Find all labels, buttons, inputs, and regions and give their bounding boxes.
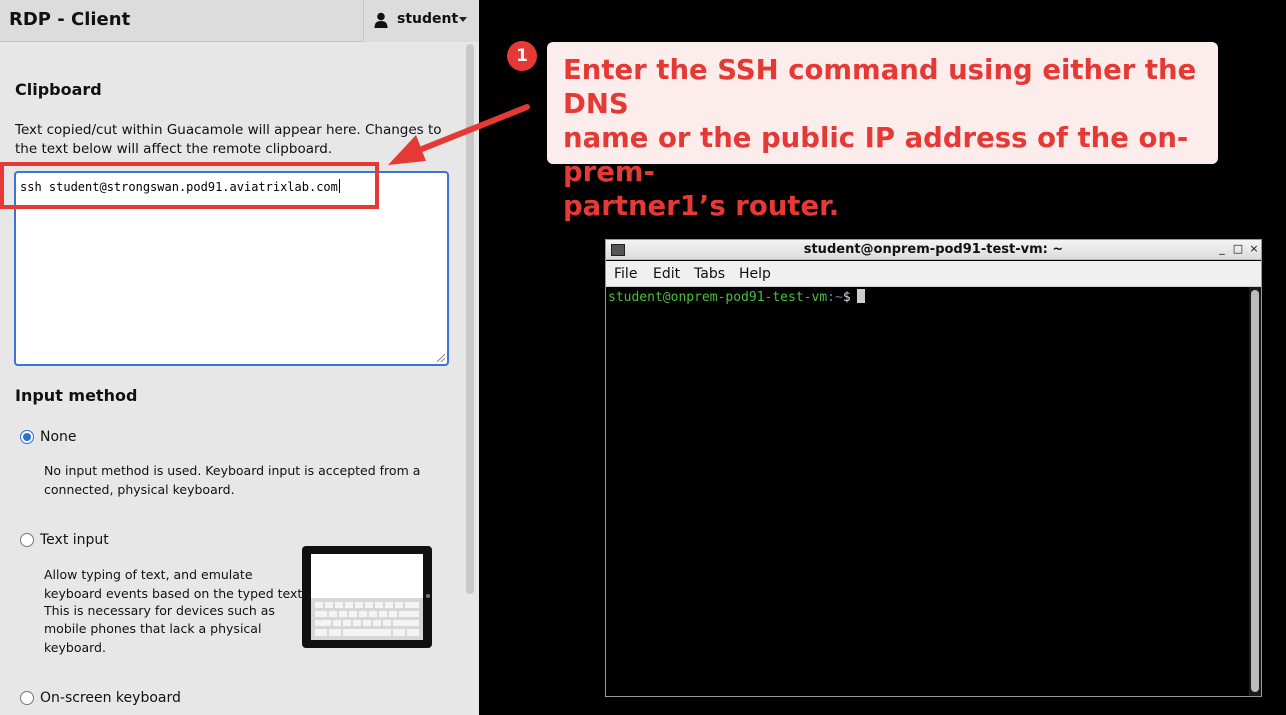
menu-edit[interactable]: Edit	[653, 266, 680, 282]
keyboard-icon	[311, 598, 423, 640]
terminal-titlebar[interactable]: student@onprem-pod91-test-vm: ~ _ □ ×	[606, 240, 1261, 260]
radio-text-input[interactable]	[20, 533, 34, 547]
clipboard-heading: Clipboard	[15, 80, 102, 99]
prompt-symbol: $	[842, 290, 851, 305]
annotation-highlight-box	[0, 162, 379, 209]
menu-help[interactable]: Help	[739, 266, 771, 282]
chevron-down-icon	[459, 17, 467, 22]
terminal-window[interactable]: student@onprem-pod91-test-vm: ~ _ □ × Fi…	[605, 239, 1262, 697]
menu-file[interactable]: File	[614, 266, 637, 282]
text-input-description-line5: keyboard.	[44, 640, 106, 655]
text-input-description-line4: mobile phones that lack a physical	[44, 621, 262, 636]
text-input-description-line3: This is necessary for devices such as	[44, 603, 275, 618]
user-menu-button[interactable]: student	[363, 0, 479, 42]
radio-none[interactable]	[20, 430, 34, 444]
annotation-line3: partner1’s router.	[563, 190, 840, 222]
terminal-cursor	[856, 289, 865, 303]
text-input-description-line1: Allow typing of text, and emulate	[44, 567, 253, 582]
user-icon	[374, 12, 388, 28]
radio-on-screen-keyboard[interactable]	[20, 691, 34, 705]
terminal-prompt: student@onprem-pod91-test-vm:~$	[608, 289, 865, 305]
input-method-heading: Input method	[15, 386, 138, 405]
close-icon[interactable]: ×	[1248, 242, 1260, 256]
terminal-scrollbar-thumb[interactable]	[1251, 290, 1259, 692]
clipboard-description-line2: the text below will affect the remote cl…	[15, 141, 333, 157]
radio-on-screen-keyboard-label[interactable]: On-screen keyboard	[40, 690, 181, 706]
tablet-illustration	[302, 546, 432, 648]
radio-text-input-label[interactable]: Text input	[40, 532, 109, 548]
user-name: student	[397, 11, 459, 27]
none-description-line1: No input method is used. Keyboard input …	[44, 463, 421, 478]
none-description-line2: connected, physical keyboard.	[44, 482, 235, 497]
annotation-line2: name or the public IP address of the on-…	[563, 122, 1189, 188]
resize-grip-icon[interactable]	[435, 352, 445, 362]
menu-tabs[interactable]: Tabs	[694, 266, 725, 282]
prompt-user-host: student@onprem-pod91-test-vm	[608, 290, 828, 305]
terminal-menubar: File Edit Tabs Help	[606, 261, 1261, 287]
annotation-callout: Enter the SSH command using either the D…	[547, 42, 1218, 222]
maximize-icon[interactable]: □	[1232, 242, 1244, 256]
terminal-title: student@onprem-pod91-test-vm: ~	[803, 242, 1064, 257]
annotation-arrow-icon	[388, 104, 530, 165]
prompt-path: :~	[827, 290, 843, 305]
menu-header: RDP - Client student	[0, 0, 479, 42]
minimize-icon[interactable]: _	[1216, 242, 1228, 256]
terminal-screen[interactable]: student@onprem-pod91-test-vm:~$	[606, 287, 1249, 696]
screen: RDP - Client student Clipboard Text copi…	[0, 0, 1286, 715]
step-badge: 1	[507, 41, 537, 71]
app-title: RDP - Client	[9, 9, 131, 30]
annotation-line1: Enter the SSH command using either the D…	[563, 54, 1197, 120]
radio-none-label[interactable]: None	[40, 429, 77, 445]
